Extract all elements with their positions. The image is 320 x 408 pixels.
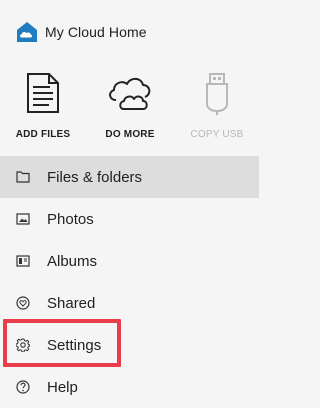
add-files-button[interactable]: ADD FILES [4,72,82,150]
sidebar-item-label: Photos [47,210,94,228]
do-more-button[interactable]: DO MORE [91,72,169,150]
album-icon [16,254,30,268]
sidebar-item-files-folders[interactable]: Files & folders [0,156,259,198]
brand-header[interactable]: My Cloud Home [16,14,147,50]
sidebar-nav: Files & folders Photos Albums Shared Set… [0,156,259,408]
sidebar-item-help[interactable]: Help [0,366,259,408]
house-cloud-logo [16,21,38,43]
copy-usb-button[interactable]: COPY USB [178,72,256,150]
quick-actions: ADD FILES DO MORE COPY USB [0,72,259,150]
heart-icon [16,296,30,310]
sidebar-item-label: Help [47,378,78,396]
cloud-icon [91,72,169,112]
do-more-label: DO MORE [105,129,155,140]
brand-name: My Cloud Home [45,24,147,40]
usb-icon [178,72,256,116]
add-files-label: ADD FILES [15,129,71,140]
sidebar-item-shared[interactable]: Shared [0,282,259,324]
settings-highlight-box [3,319,121,367]
copy-usb-label: COPY USB [190,129,244,140]
document-icon [4,72,82,114]
sidebar-item-label: Files & folders [47,168,143,186]
folder-icon [16,170,30,184]
sidebar-item-label: Shared [47,294,96,312]
sidebar-item-albums[interactable]: Albums [0,240,259,282]
sidebar-item-label: Albums [47,252,98,270]
help-icon [16,380,30,394]
app-sidebar: My Cloud Home ADD FILES DO MORE COPY USB… [0,0,259,404]
image-icon [16,212,30,226]
sidebar-item-photos[interactable]: Photos [0,198,259,240]
